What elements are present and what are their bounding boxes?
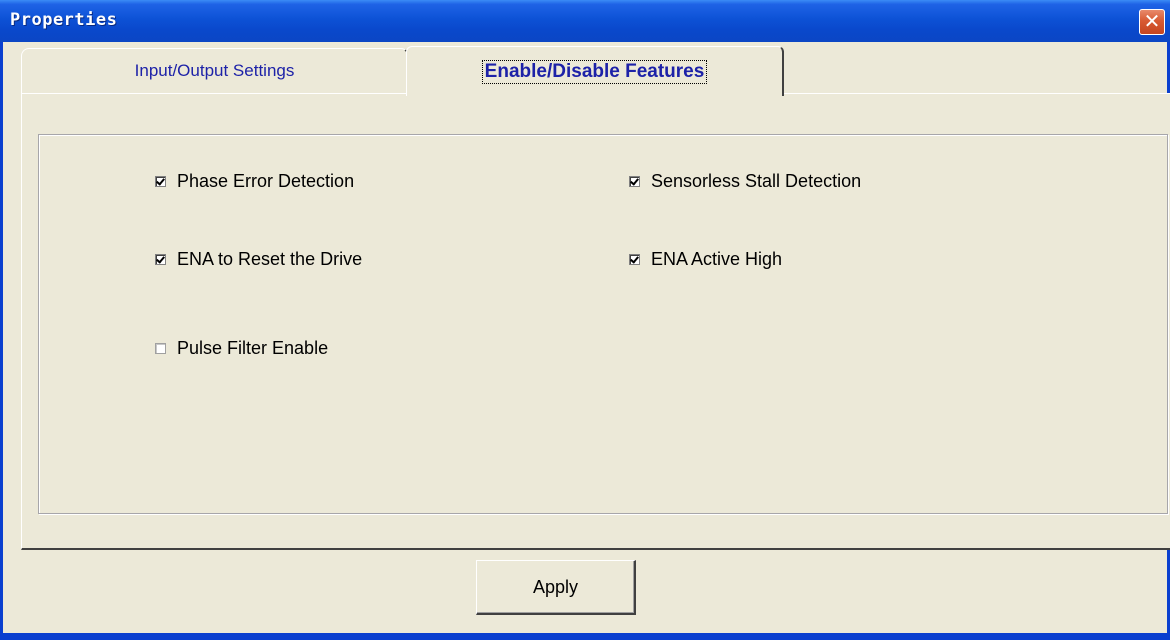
tab-input-output-settings[interactable]: Input/Output Settings [21,48,409,94]
checkbox-checked-icon[interactable] [629,176,640,187]
features-group-box: Phase Error Detection Sensorless Stall D… [38,134,1168,514]
tab-panel: Phase Error Detection Sensorless Stall D… [21,93,1170,550]
option-label: ENA Active High [651,249,783,269]
checkbox-checked-icon[interactable] [155,176,166,187]
option-label: Phase Error Detection [177,171,355,191]
tab-label: Enable/Disable Features [481,60,708,84]
tab-enable-disable-features[interactable]: Enable/Disable Features [406,46,784,96]
option-label: ENA to Reset the Drive [177,249,363,269]
pulse-filter-enable-checkbox[interactable]: Pulse Filter Enable [155,338,328,359]
window-bottom-border [0,633,1170,640]
checkbox-checked-icon[interactable] [629,254,640,265]
title-bar[interactable]: Properties ✕ [0,0,1170,42]
window-title: Properties [10,10,118,30]
close-button[interactable]: ✕ [1139,9,1165,35]
ena-reset-drive-checkbox[interactable]: ENA to Reset the Drive [155,249,362,270]
properties-window: Properties ✕ Input/Output Settings Enabl… [0,0,1170,640]
tab-label: Input/Output Settings [134,61,295,80]
checkbox-checked-icon[interactable] [155,254,166,265]
option-label: Sensorless Stall Detection [651,171,862,191]
checkbox-unchecked-icon[interactable] [155,343,166,354]
sensorless-stall-detection-checkbox[interactable]: Sensorless Stall Detection [629,171,861,192]
phase-error-detection-checkbox[interactable]: Phase Error Detection [155,171,354,192]
ena-active-high-checkbox[interactable]: ENA Active High [629,249,782,270]
close-icon: ✕ [1143,9,1161,33]
option-label: Pulse Filter Enable [177,338,329,358]
apply-button[interactable]: Apply [476,560,636,615]
